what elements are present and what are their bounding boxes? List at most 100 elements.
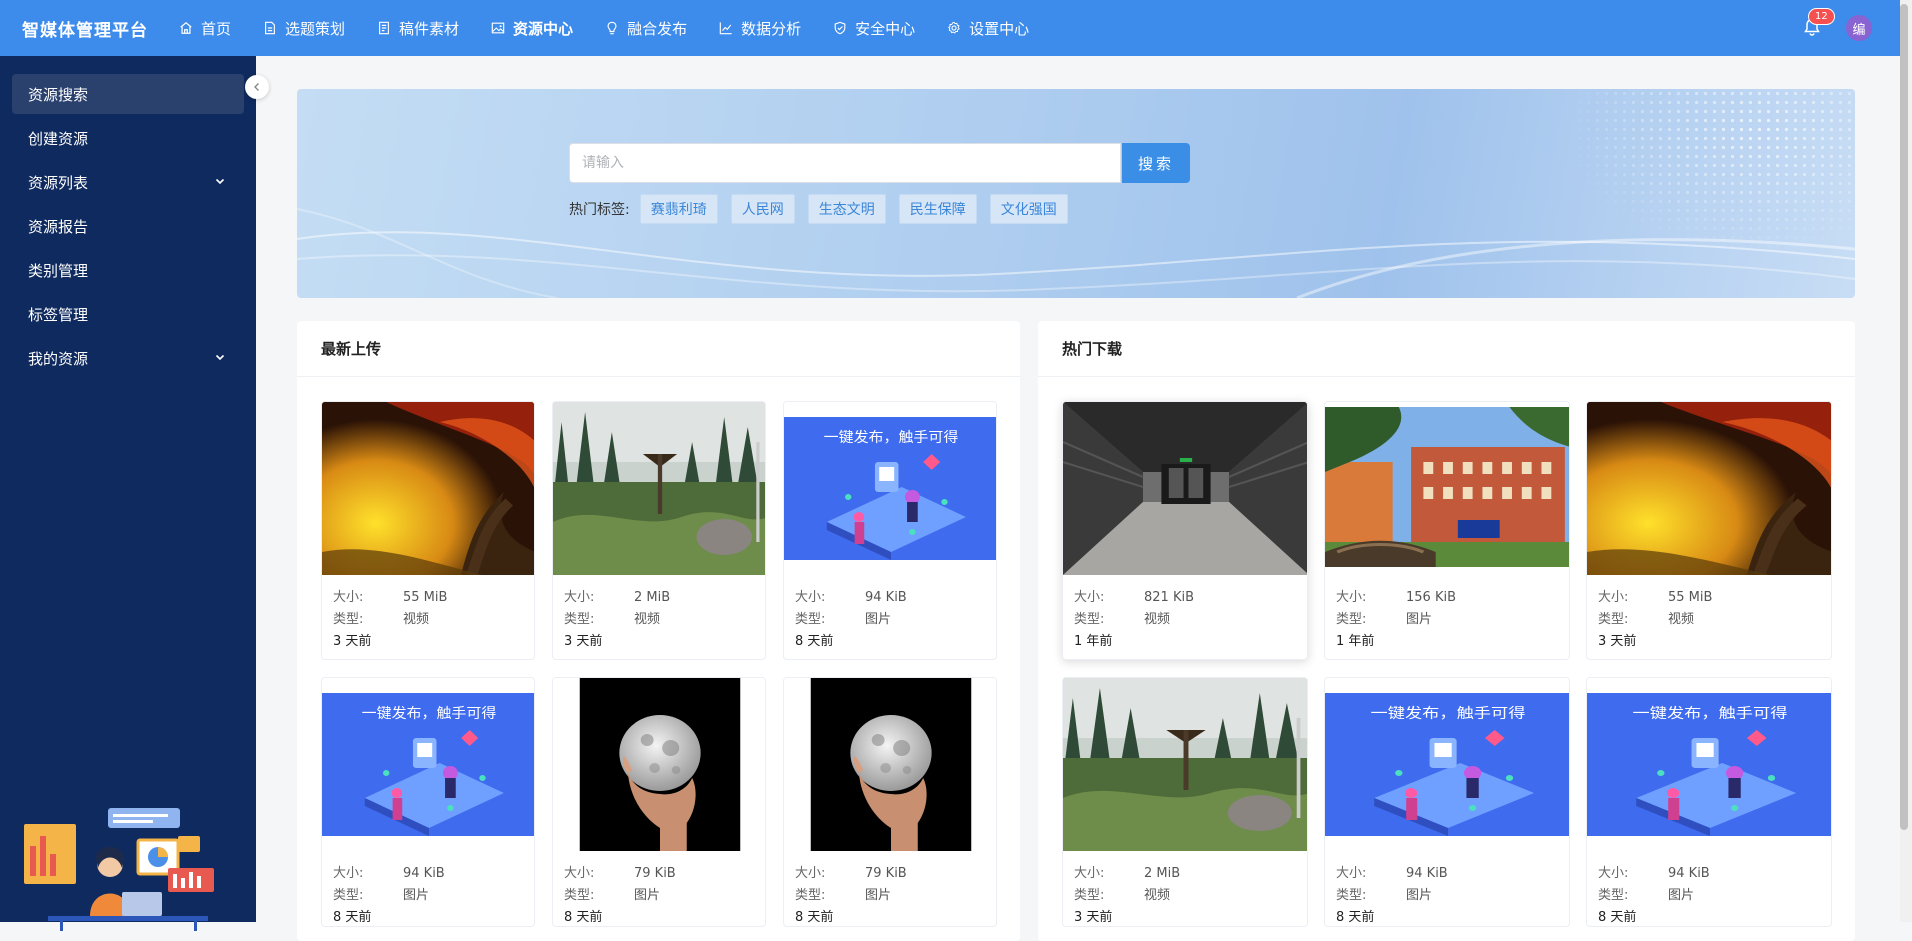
resource-card[interactable]: 大小: 2 MiB 类型: 视频 3 天前 (552, 401, 766, 660)
sidebar-item-label: 创建资源 (28, 129, 89, 148)
resource-thumbnail[interactable] (322, 402, 534, 575)
resource-size-key: 大小: (1074, 590, 1105, 605)
resource-type: 类型: 图片 (1598, 885, 1710, 907)
resource-size-key: 大小: (1074, 866, 1105, 881)
resource-card[interactable]: 大小: 55 MiB 类型: 视频 3 天前 (1586, 401, 1832, 660)
resource-size: 大小: 2 MiB (1074, 863, 1180, 885)
nav-security[interactable]: 安全中心 (817, 0, 931, 56)
sidebar-item-label: 资源列表 (28, 173, 89, 192)
avatar[interactable]: 编 (1846, 15, 1872, 41)
resource-thumbnail[interactable] (1587, 402, 1831, 575)
resource-card[interactable]: 一键发布，触手可得 大小: 94 KiB 类型: 图片 8 天前 (783, 401, 997, 660)
sidebar-item-label: 类别管理 (28, 261, 89, 280)
resource-thumbnail[interactable] (553, 402, 765, 575)
resource-thumbnail[interactable] (553, 678, 765, 851)
resource-type: 类型: 视频 (1598, 609, 1712, 631)
sidebar-item-create-resource[interactable]: 创建资源 (12, 118, 244, 158)
resource-card[interactable]: 大小: 156 KiB 类型: 图片 1 年前 (1324, 401, 1570, 660)
resource-thumbnail[interactable]: 一键发布，触手可得 (784, 402, 996, 575)
hot-tag[interactable]: 人民网 (730, 194, 795, 224)
resource-type: 类型: 视频 (1074, 609, 1194, 631)
resource-card[interactable]: 大小: 79 KiB 类型: 图片 8 天前 (783, 677, 997, 927)
sidebar-item-my-resources[interactable]: 我的资源 (12, 338, 244, 378)
resource-type-value: 图片 (1406, 612, 1433, 627)
resource-card[interactable]: 大小: 55 MiB 类型: 视频 3 天前 (321, 401, 535, 660)
resource-size-value: 55 MiB (403, 590, 448, 605)
search-input[interactable] (582, 155, 1120, 171)
hot-tag[interactable]: 民生保障 (898, 194, 977, 224)
gear-icon (948, 21, 960, 34)
resource-type-value: 图片 (1406, 888, 1433, 903)
resource-card[interactable]: 一键发布，触手可得 大小: 94 KiB 类型: 图片 8 天前 (1324, 677, 1570, 927)
resource-thumbnail[interactable]: 一键发布，触手可得 (322, 678, 534, 851)
nav-topics[interactable]: 选题策划 (247, 0, 361, 56)
sidebar-item-label: 标签管理 (28, 305, 89, 324)
sidebar-item-resource-search[interactable]: 资源搜索 (12, 74, 244, 114)
nav-analytics[interactable]: 数据分析 (703, 0, 817, 56)
svg-text:一键发布，触手可得: 一键发布，触手可得 (1633, 705, 1788, 722)
nav-publish[interactable]: 融合发布 (589, 0, 703, 56)
doc-icon (265, 21, 275, 35)
resource-type-key: 类型: (1074, 612, 1105, 627)
resource-thumbnail[interactable] (1325, 402, 1569, 575)
resource-thumbnail[interactable] (1063, 678, 1307, 851)
page-scrollbar[interactable] (1900, 0, 1912, 922)
resource-size-value: 94 KiB (865, 590, 907, 605)
hot-tags: 热门标签: 赛翡利琦 人民网 生态文明 民生保障 文化强国 (569, 193, 1081, 225)
resource-thumbnail[interactable] (1063, 402, 1307, 575)
resource-meta: 大小: 79 KiB 类型: 图片 8 天前 (795, 863, 907, 926)
hot-tags-label: 热门标签: (569, 202, 630, 218)
notification-button[interactable]: 12 (1802, 8, 1835, 39)
resource-size-value: 156 KiB (1406, 590, 1457, 605)
resource-meta: 大小: 94 KiB 类型: 图片 8 天前 (333, 863, 445, 926)
resource-thumbnail[interactable] (784, 678, 996, 851)
sidebar-item-tag-management[interactable]: 标签管理 (12, 294, 244, 334)
resource-size-value: 821 KiB (1144, 590, 1195, 605)
sidebar: 资源搜索 创建资源 资源列表 资源报告 类别管理 标签管理 我的资源 (0, 56, 256, 931)
file-icon (379, 21, 389, 35)
search-button[interactable]: 搜索 (1122, 143, 1190, 183)
resource-thumbnail[interactable]: 一键发布，触手可得 (1587, 678, 1831, 851)
hot-tag[interactable]: 文化强国 (989, 194, 1068, 224)
resource-size: 大小: 94 KiB (1598, 863, 1710, 885)
hot-tag[interactable]: 生态文明 (807, 194, 886, 224)
resource-type-value: 视频 (403, 612, 430, 627)
resource-type: 类型: 图片 (564, 885, 676, 907)
hot-tag[interactable]: 赛翡利琦 (639, 194, 718, 224)
nav-resources[interactable]: 资源中心 (475, 0, 589, 56)
resource-size-key: 大小: (1336, 866, 1367, 881)
resource-card[interactable]: 大小: 2 MiB 类型: 视频 3 天前 (1062, 677, 1308, 927)
panel-title: 热门下载 (1038, 321, 1855, 377)
resource-meta: 大小: 94 KiB 类型: 图片 8 天前 (1598, 863, 1710, 926)
resource-card[interactable]: 大小: 79 KiB 类型: 图片 8 天前 (552, 677, 766, 927)
svg-text:一键发布，触手可得: 一键发布，触手可得 (362, 705, 497, 721)
resource-thumbnail[interactable]: 一键发布，触手可得 (1325, 678, 1569, 851)
sidebar-item-resource-report[interactable]: 资源报告 (12, 206, 244, 246)
resource-card[interactable]: 一键发布，触手可得 大小: 94 KiB 类型: 图片 8 天前 (321, 677, 535, 927)
resource-time: 8 天前 (1598, 910, 1637, 925)
sidebar-item-category-management[interactable]: 类别管理 (12, 250, 244, 290)
panel-title: 最新上传 (297, 321, 1020, 377)
nav-manuscripts[interactable]: 稿件素材 (361, 0, 475, 56)
resource-size-value: 55 MiB (1668, 590, 1713, 605)
chevron-down-icon (215, 354, 225, 361)
resource-type: 类型: 图片 (1336, 609, 1456, 631)
sidebar-item-label: 我的资源 (28, 349, 89, 368)
resource-size-key: 大小: (1598, 590, 1629, 605)
resource-type-key: 类型: (564, 612, 595, 627)
nav-home[interactable]: 首页 (163, 0, 247, 56)
nav-label: 选题策划 (285, 19, 346, 38)
sidebar-item-resource-list[interactable]: 资源列表 (12, 162, 244, 202)
resource-time: 1 年前 (1336, 634, 1375, 649)
resource-size-key: 大小: (333, 866, 364, 881)
top-navbar: 智媒体管理平台 首页 选题策划 稿件素材 资源中心 融合发布 数据分析 安全中心 (0, 0, 1912, 56)
resource-card[interactable]: 大小: 821 KiB 类型: 视频 1 年前 (1062, 401, 1308, 660)
resource-meta: 大小: 55 MiB 类型: 视频 3 天前 (1598, 587, 1712, 653)
resource-size: 大小: 2 MiB (564, 587, 670, 609)
sidebar-collapse-button[interactable] (245, 75, 269, 99)
scrollbar-thumb[interactable] (1900, 4, 1908, 830)
resource-card[interactable]: 一键发布，触手可得 大小: 94 KiB 类型: 图片 8 天前 (1586, 677, 1832, 927)
home-icon (180, 21, 192, 34)
nav-settings[interactable]: 设置中心 (931, 0, 1045, 56)
chevron-down-icon (215, 178, 225, 185)
